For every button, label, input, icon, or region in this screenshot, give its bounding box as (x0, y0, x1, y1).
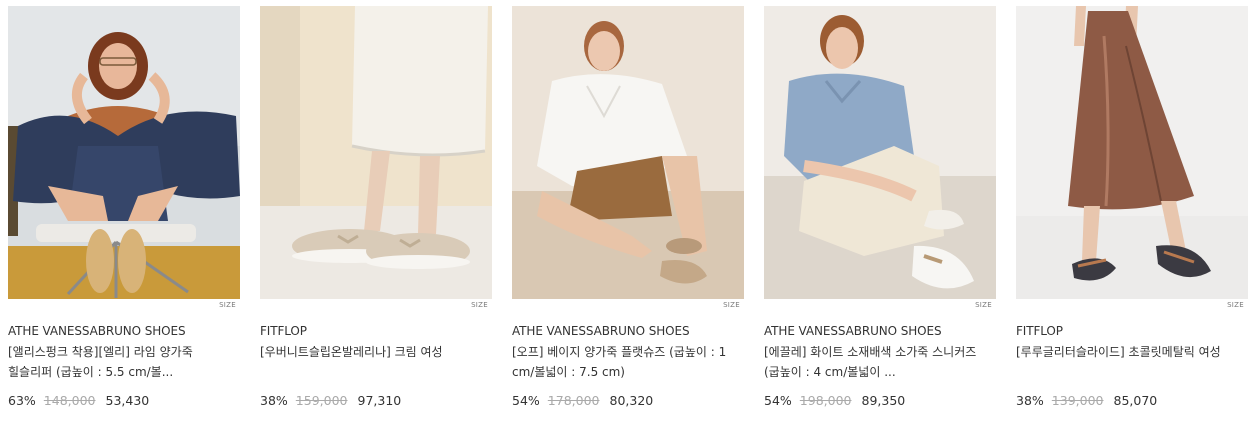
discount-rate: 54% (512, 393, 540, 408)
original-price: 159,000 (295, 393, 348, 408)
size-tag: SIZE (723, 301, 740, 309)
product-card[interactable]: SIZE ATHE VANESSABRUNO SHOES [앨리스펑크 착용][… (8, 6, 240, 409)
product-card[interactable]: SIZE ATHE VANESSABRUNO SHOES [오프] 베이지 양가… (512, 6, 744, 409)
product-title[interactable]: [오프] 베이지 양가죽 플랫슈즈 (굽높이 : 1 cm/볼넓이 : 7.5 … (512, 342, 744, 382)
discount-rate: 63% (8, 393, 36, 408)
product-photo (8, 6, 240, 299)
product-image[interactable] (1016, 6, 1248, 299)
product-grid: SIZE ATHE VANESSABRUNO SHOES [앨리스펑크 착용][… (8, 6, 1248, 409)
product-photo (764, 6, 996, 299)
original-price: 148,000 (43, 393, 96, 408)
product-photo (512, 6, 744, 299)
product-title[interactable]: [에끌레] 화이트 소재배색 소가죽 스니커즈 (굽높이 : 4 cm/볼넓이 … (764, 342, 996, 382)
product-card[interactable]: SIZE FITFLOP [우버니트슬립온발레리나] 크림 여성 38% 159,… (260, 6, 492, 409)
sale-price: 97,310 (357, 393, 402, 408)
discount-rate: 38% (1016, 393, 1044, 408)
product-title[interactable]: [우버니트슬립온발레리나] 크림 여성 (260, 342, 492, 382)
product-image[interactable] (512, 6, 744, 299)
sale-price: 89,350 (861, 393, 906, 408)
size-tag: SIZE (219, 301, 236, 309)
original-price: 178,000 (547, 393, 600, 408)
sale-price: 53,430 (105, 393, 150, 408)
price-row: 54% 178,000 80,320 (512, 393, 744, 409)
product-photo (260, 6, 492, 299)
product-brand[interactable]: ATHE VANESSABRUNO SHOES (512, 323, 744, 339)
price-row: 38% 159,000 97,310 (260, 393, 492, 409)
size-tag: SIZE (471, 301, 488, 309)
sale-price: 85,070 (1113, 393, 1158, 408)
product-image[interactable] (8, 6, 240, 299)
product-card[interactable]: SIZE FITFLOP [루루글리터슬라이드] 초콜릿메탈릭 여성 38% 13… (1016, 6, 1248, 409)
product-photo (1016, 6, 1248, 299)
product-image[interactable] (260, 6, 492, 299)
product-brand[interactable]: FITFLOP (260, 323, 492, 339)
original-price: 198,000 (799, 393, 852, 408)
product-card[interactable]: SIZE ATHE VANESSABRUNO SHOES [에끌레] 화이트 소… (764, 6, 996, 409)
product-brand[interactable]: ATHE VANESSABRUNO SHOES (8, 323, 240, 339)
discount-rate: 54% (764, 393, 792, 408)
price-row: 54% 198,000 89,350 (764, 393, 996, 409)
size-tag: SIZE (975, 301, 992, 309)
size-tag: SIZE (1227, 301, 1244, 309)
original-price: 139,000 (1051, 393, 1104, 408)
product-brand[interactable]: ATHE VANESSABRUNO SHOES (764, 323, 996, 339)
product-image[interactable] (764, 6, 996, 299)
price-row: 63% 148,000 53,430 (8, 393, 240, 409)
discount-rate: 38% (260, 393, 288, 408)
product-title[interactable]: [앨리스펑크 착용][엘리] 라임 양가죽 힐슬리퍼 (굽높이 : 5.5 cm… (8, 342, 240, 382)
price-row: 38% 139,000 85,070 (1016, 393, 1248, 409)
product-brand[interactable]: FITFLOP (1016, 323, 1248, 339)
product-title[interactable]: [루루글리터슬라이드] 초콜릿메탈릭 여성 (1016, 342, 1248, 382)
sale-price: 80,320 (609, 393, 654, 408)
